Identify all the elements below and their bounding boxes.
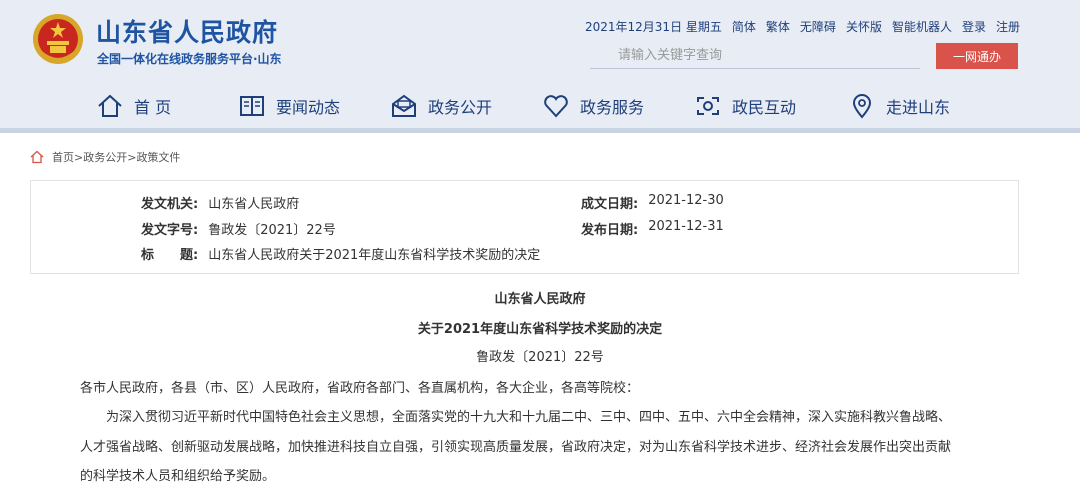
meta-doc-no-value: 鲁政发〔2021〕22号 (208, 223, 336, 238)
link-robot[interactable]: 智能机器人 (892, 18, 952, 35)
search-input[interactable] (590, 43, 920, 69)
header-divider (0, 128, 1080, 133)
meta-doc-no: 发文字号: 鲁政发〔2021〕22号 (141, 219, 336, 238)
one-stop-service-button[interactable]: 一网通办 (936, 43, 1018, 69)
meta-issuer: 发文机关: 山东省人民政府 (141, 193, 299, 212)
nav-shandong[interactable]: 走进山东 (848, 88, 950, 124)
meta-doc-no-label: 发文字号: (141, 223, 199, 238)
top-utility-bar: 2021年12月31日 星期五 简体 繁体 无障碍 关怀版 智能机器人 登录 注… (585, 18, 1020, 35)
link-simplified[interactable]: 简体 (732, 18, 756, 35)
meta-issuer-label: 发文机关: (141, 197, 199, 212)
news-book-icon (240, 96, 264, 116)
meta-created-value: 2021-12-30 (648, 193, 724, 208)
site-subtitle: 全国一体化在线政务服务平台·山东 (97, 52, 282, 66)
nav-interaction-label: 政民互动 (732, 98, 797, 117)
nav-home-label: 首 页 (134, 98, 172, 117)
breadcrumb-home[interactable]: 首页 (52, 151, 74, 164)
meta-title: 标 题: 山东省人民政府关于2021年度山东省科学技术奖励的决定 (141, 244, 540, 263)
home-icon (30, 150, 44, 164)
meta-published: 发布日期: 2021-12-31 (581, 219, 724, 238)
breadcrumb: 首页>政务公开>政策文件 (30, 149, 180, 165)
main-nav: 首 页 要闻动态 政务公开 政务服务 政民互动 走进山东 (0, 88, 1080, 124)
nav-home[interactable]: 首 页 (96, 88, 171, 124)
interaction-icon (697, 97, 719, 115)
document-paragraph-line: 的科学技术人员和组织给予奖励。 (80, 469, 276, 484)
site-title[interactable]: 山东省人民政府 (96, 13, 278, 49)
meta-title-label: 标 题: (141, 248, 199, 263)
nav-news[interactable]: 要闻动态 (238, 88, 340, 124)
nav-news-label: 要闻动态 (276, 98, 341, 117)
national-emblem-icon (33, 14, 83, 64)
meta-title-value: 山东省人民政府关于2021年度山东省科学技术奖励的决定 (208, 248, 541, 263)
nav-gov-service[interactable]: 政务服务 (542, 88, 644, 124)
open-mail-icon (392, 94, 416, 117)
site-header: 山东省人民政府 全国一体化在线政务服务平台·山东 2021年12月31日 星期五… (0, 0, 1080, 130)
meta-issuer-value: 山东省人民政府 (208, 197, 300, 212)
breadcrumb-open-affairs[interactable]: 政务公开 (83, 151, 127, 164)
link-traditional[interactable]: 繁体 (766, 18, 790, 35)
document-number: 鲁政发〔2021〕22号 (476, 350, 604, 365)
nav-gov-service-label: 政务服务 (580, 98, 645, 117)
nav-interaction[interactable]: 政民互动 (694, 88, 796, 124)
nav-open-affairs-label: 政务公开 (428, 98, 493, 117)
link-register[interactable]: 注册 (996, 18, 1020, 35)
meta-published-label: 发布日期: (581, 223, 639, 238)
nav-open-affairs[interactable]: 政务公开 (390, 88, 492, 124)
document-paragraph-line: 为深入贯彻习近平新时代中国特色社会主义思想，全面落实党的十九大和十九届二中、三中… (80, 410, 952, 425)
link-care-version[interactable]: 关怀版 (846, 18, 882, 35)
link-login[interactable]: 登录 (962, 18, 986, 35)
nav-shandong-label: 走进山东 (886, 98, 951, 117)
heart-icon (544, 95, 568, 118)
home-icon (98, 94, 122, 117)
meta-created-label: 成文日期: (581, 197, 639, 212)
document-salutation: 各市人民政府，各县（市、区）人民政府，省政府各部门、各直属机构，各大企业，各高等… (80, 381, 640, 396)
breadcrumb-separator: > (74, 151, 84, 164)
breadcrumb-policy-docs[interactable]: 政策文件 (136, 151, 180, 164)
link-accessibility[interactable]: 无障碍 (800, 18, 836, 35)
location-person-icon (852, 94, 872, 119)
document-issuer: 山东省人民政府 (494, 292, 586, 307)
document-paragraph-line: 人才强省战略、创新驱动发展战略，加快推进科技自立自强，引领实现高质量发展，省政府… (80, 440, 952, 455)
document-title: 关于2021年度山东省科学技术奖励的决定 (417, 322, 663, 337)
meta-published-value: 2021-12-31 (648, 219, 724, 234)
current-date: 2021年12月31日 星期五 (584, 20, 722, 34)
document-meta-box: 发文机关: 山东省人民政府 成文日期: 2021-12-30 发文字号: 鲁政发… (30, 180, 1019, 274)
meta-created: 成文日期: 2021-12-30 (581, 193, 724, 212)
